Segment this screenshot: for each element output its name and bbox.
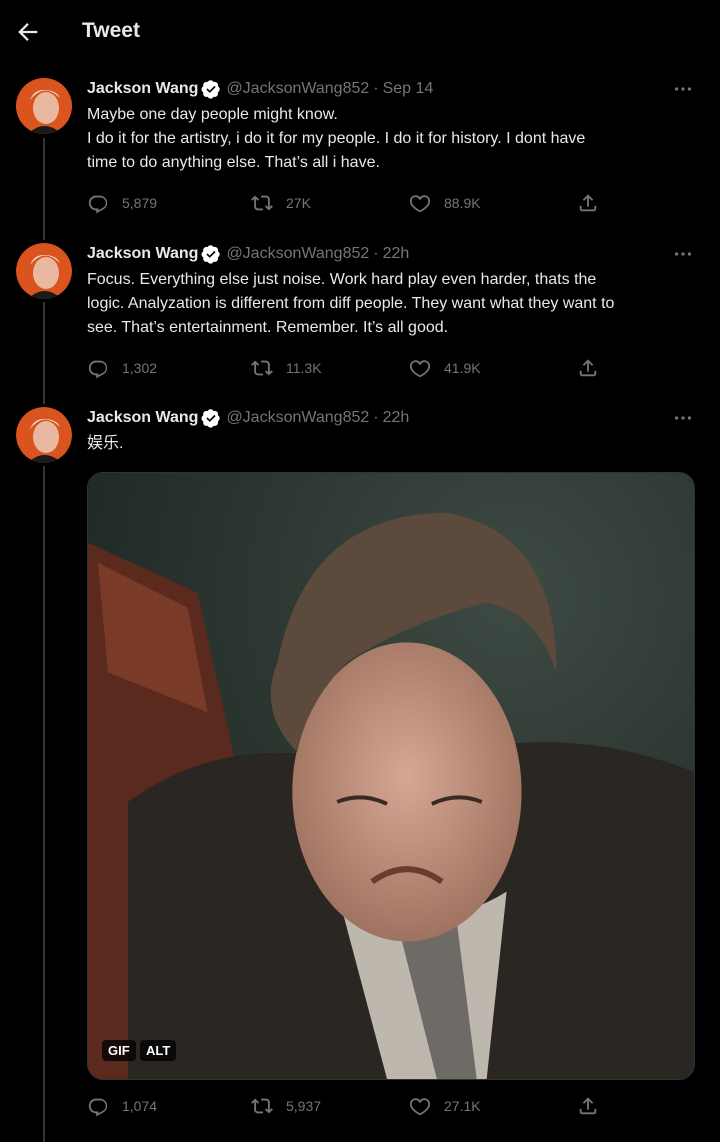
- timestamp[interactable]: 22h: [383, 245, 410, 263]
- thread-line: [43, 302, 45, 404]
- thread-line: [43, 138, 45, 240]
- tweet-line: time to do anything else. That’s all i h…: [87, 154, 380, 171]
- like-count: 27.1K: [444, 1098, 481, 1114]
- share-button[interactable]: [577, 192, 612, 214]
- share-button[interactable]: [577, 1095, 612, 1117]
- back-arrow-icon[interactable]: [14, 18, 42, 46]
- thread-line: [43, 466, 45, 1142]
- reply-count: 1,302: [122, 360, 158, 376]
- timestamp[interactable]: Sep 14: [383, 80, 434, 98]
- retweet-button[interactable]: 27K: [251, 192, 311, 214]
- author-name[interactable]: Jackson Wang: [87, 409, 198, 427]
- like-count: 88.9K: [444, 195, 481, 211]
- verified-badge-icon: [201, 409, 221, 428]
- retweet-count: 11.3K: [286, 360, 322, 376]
- author-handle[interactable]: @JacksonWang852: [226, 245, 369, 263]
- tweet-line: Maybe one day people might know.: [87, 106, 338, 123]
- like-icon: [409, 1098, 431, 1116]
- reply-count: 5,879: [122, 195, 158, 211]
- share-icon: [579, 194, 597, 212]
- like-icon: [409, 360, 431, 378]
- retweet-icon: [251, 1098, 273, 1114]
- retweet-count: 27K: [286, 195, 311, 211]
- like-icon: [409, 195, 431, 213]
- retweet-icon: [251, 195, 273, 211]
- page-title: Tweet: [82, 19, 140, 42]
- reply-count: 1,074: [122, 1098, 158, 1114]
- timestamp[interactable]: 22h: [383, 409, 410, 427]
- reply-icon: [88, 1098, 108, 1117]
- avatar[interactable]: [16, 243, 72, 299]
- gif-image: [88, 473, 694, 1079]
- like-button[interactable]: 88.9K: [409, 192, 481, 214]
- tweet-header: Jackson Wang @JacksonWang852 · 22h: [87, 407, 409, 429]
- alt-text-button[interactable]: ALT: [140, 1040, 177, 1061]
- verified-badge-icon: [201, 245, 221, 264]
- retweet-button[interactable]: 5,937: [251, 1095, 321, 1117]
- tweet-actions: 5,879 27K 88.9K: [87, 192, 607, 216]
- tweet-actions: 1,302 11.3K 41.9K: [87, 357, 607, 381]
- reply-button[interactable]: 5,879: [87, 192, 157, 214]
- reply-button[interactable]: 1,302: [87, 357, 157, 379]
- tweet-line: Focus. Everything else just noise. Work …: [87, 271, 597, 288]
- more-dots-icon[interactable]: [672, 243, 694, 265]
- author-handle[interactable]: @JacksonWang852: [226, 80, 369, 98]
- avatar[interactable]: [16, 407, 72, 463]
- tweet-line: logic. Analyzation is different from dif…: [87, 295, 615, 312]
- tweet-text: Focus. Everything else just noise. Work …: [87, 268, 702, 340]
- like-button[interactable]: 27.1K: [409, 1095, 481, 1117]
- verified-badge-icon: [201, 80, 221, 99]
- tweet-text: Maybe one day people might know. I do it…: [87, 103, 702, 175]
- reply-icon: [88, 360, 108, 379]
- share-icon: [579, 1097, 597, 1115]
- retweet-icon: [251, 360, 273, 376]
- share-button[interactable]: [577, 357, 612, 379]
- share-icon: [579, 359, 597, 377]
- tweet-line: 娱乐.: [87, 435, 124, 452]
- like-button[interactable]: 41.9K: [409, 357, 481, 379]
- retweet-button[interactable]: 11.3K: [251, 357, 322, 379]
- author-name[interactable]: Jackson Wang: [87, 245, 198, 263]
- separator-dot: ·: [373, 409, 379, 426]
- more-dots-icon[interactable]: [672, 78, 694, 100]
- avatar[interactable]: [16, 78, 72, 134]
- tweet-actions: 1,074 5,937 27.1K: [87, 1095, 607, 1119]
- more-dots-icon[interactable]: [672, 407, 694, 429]
- reply-button[interactable]: 1,074: [87, 1095, 157, 1117]
- tweet-header: Jackson Wang @JacksonWang852 · 22h: [87, 243, 409, 265]
- tweet-gif-media[interactable]: GIF ALT: [87, 472, 695, 1080]
- gif-badge: GIF: [102, 1040, 136, 1061]
- tweet-header: Jackson Wang @JacksonWang852 · Sep 14: [87, 78, 433, 100]
- tweet-text: 娱乐.: [87, 432, 702, 456]
- top-bar: Tweet: [0, 0, 720, 62]
- retweet-count: 5,937: [286, 1098, 322, 1114]
- tweet-line: see. That’s entertainment. Remember. It’…: [87, 319, 449, 336]
- like-count: 41.9K: [444, 360, 481, 376]
- separator-dot: ·: [373, 245, 379, 262]
- separator-dot: ·: [373, 80, 379, 97]
- author-handle[interactable]: @JacksonWang852: [226, 409, 369, 427]
- reply-icon: [88, 195, 108, 214]
- tweet-line: I do it for the artistry, i do it for my…: [87, 130, 586, 147]
- author-name[interactable]: Jackson Wang: [87, 80, 198, 98]
